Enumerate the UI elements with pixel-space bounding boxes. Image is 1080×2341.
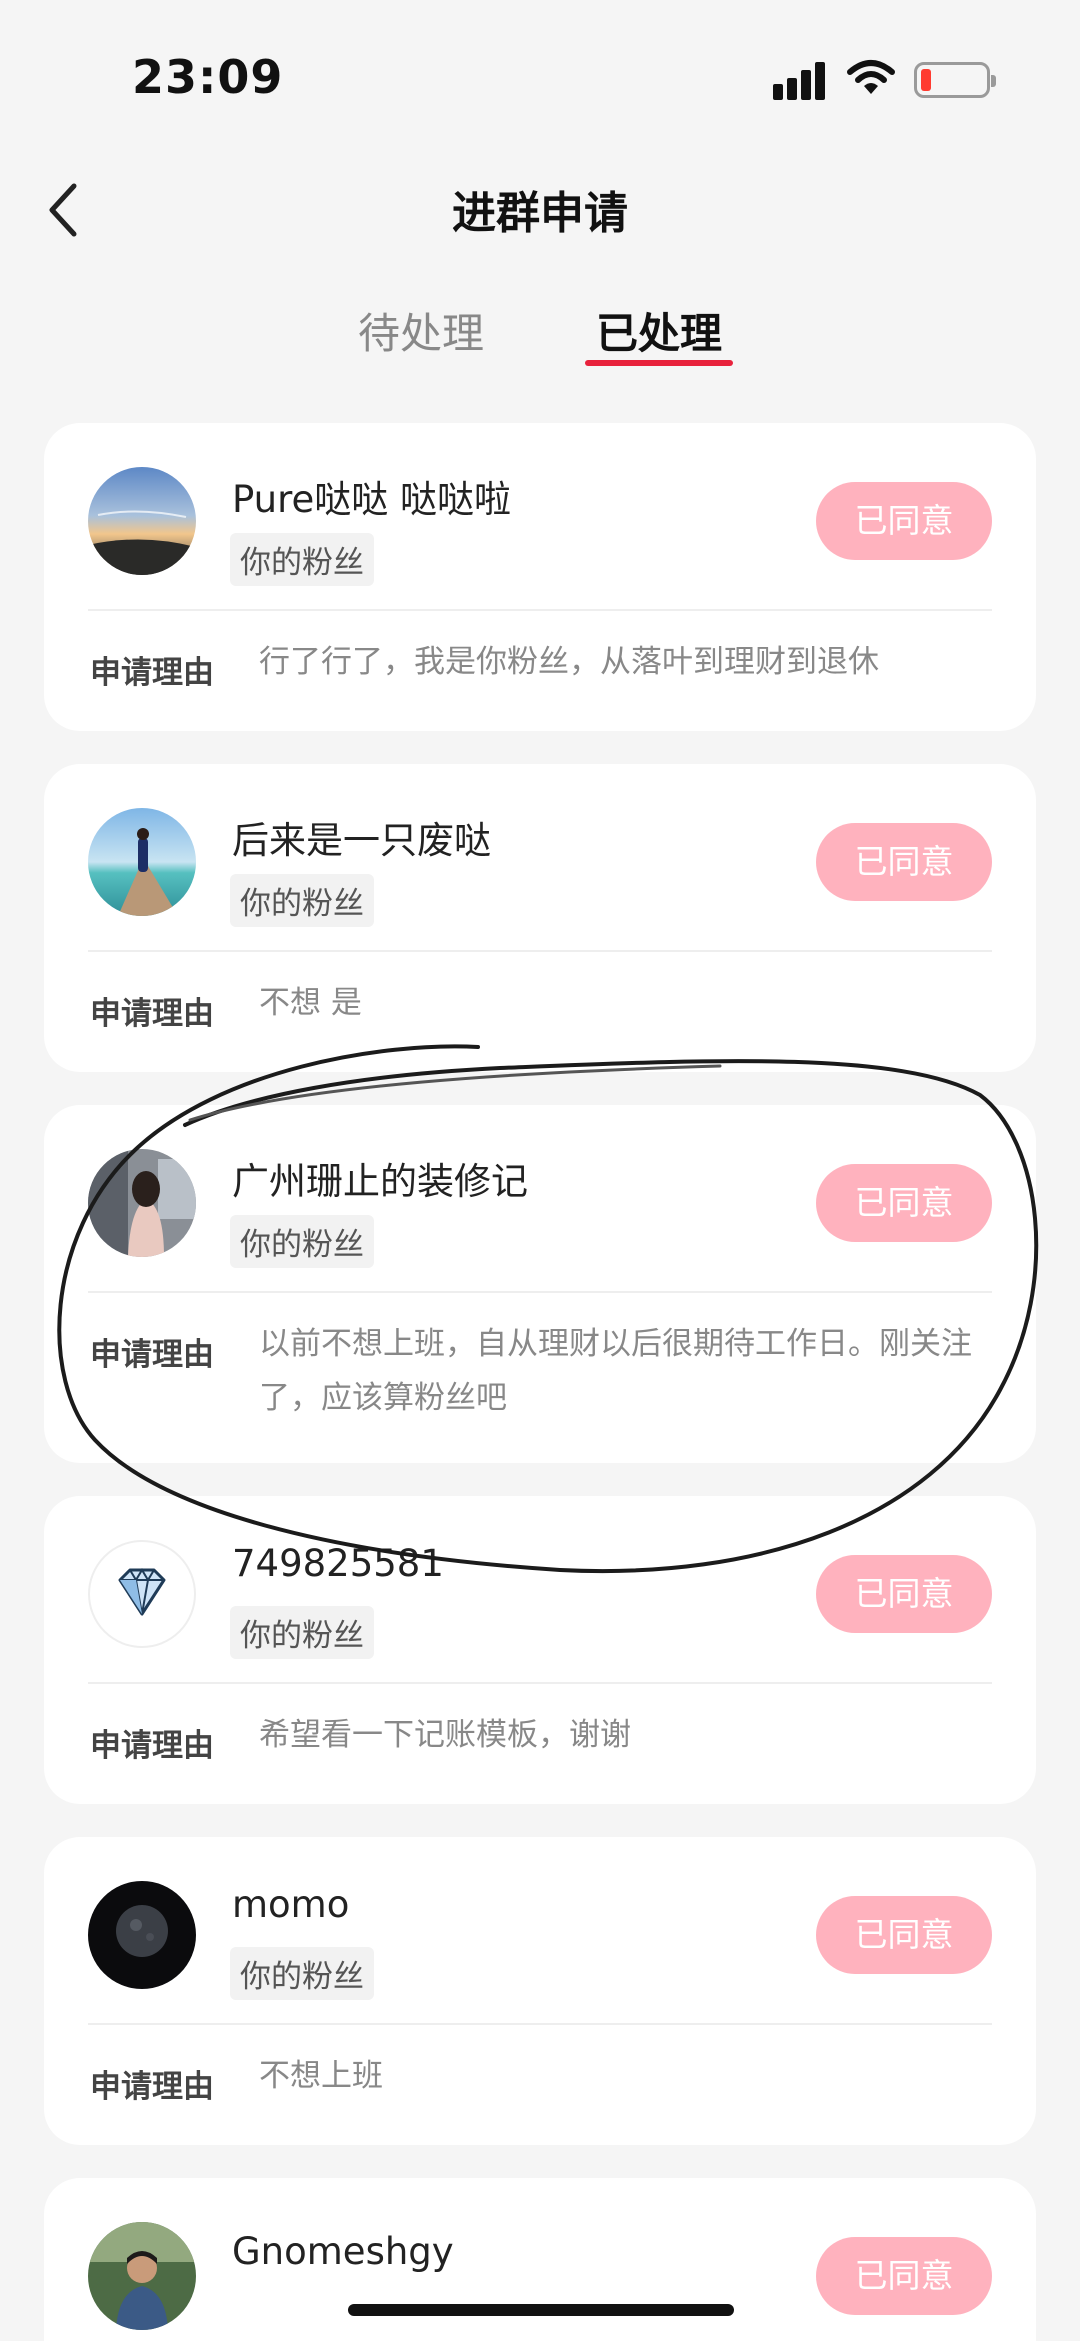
avatar[interactable] xyxy=(88,467,196,575)
application-card: momo 你的粉丝 已同意 申请理由 不想上班 xyxy=(44,1837,1036,2145)
man-portrait-photo xyxy=(88,2222,196,2330)
reason-text: 希望看一下记账模板，谢谢 xyxy=(259,1717,631,1753)
reason-label: 申请理由 xyxy=(90,996,214,1032)
reason-label: 申请理由 xyxy=(90,655,214,691)
applicant-name: 广州珊止的装修记 xyxy=(232,1160,528,1203)
tab-processed[interactable]: 已处理 xyxy=(596,300,722,361)
application-card: Pure哒哒 哒哒啦 你的粉丝 已同意 申请理由 行了行了，我是你粉丝，从落叶到… xyxy=(44,423,1036,731)
divider xyxy=(88,1682,992,1684)
tab-pending[interactable]: 待处理 xyxy=(358,300,484,361)
application-card: 749825581 你的粉丝 已同意 申请理由 希望看一下记账模板，谢谢 xyxy=(44,1496,1036,1804)
application-card: 广州珊止的装修记 你的粉丝 已同意 申请理由 以前不想上班，自从理财以后很期待工… xyxy=(44,1105,1036,1463)
divider xyxy=(88,950,992,952)
application-card: Gnomeshgy 已同意 xyxy=(44,2178,1036,2341)
reason-text: 不想 是 xyxy=(259,985,362,1021)
active-tab-indicator xyxy=(585,360,733,366)
moon-photo xyxy=(88,1881,196,1989)
agreed-button[interactable]: 已同意 xyxy=(816,823,992,901)
agreed-button[interactable]: 已同意 xyxy=(816,482,992,560)
agreed-button[interactable]: 已同意 xyxy=(816,1896,992,1974)
street-portrait-photo xyxy=(88,1149,196,1257)
reason-label: 申请理由 xyxy=(90,1337,214,1373)
avatar[interactable] xyxy=(88,808,196,916)
fan-tag: 你的粉丝 xyxy=(230,1215,374,1268)
beach-pier-photo xyxy=(88,808,196,916)
avatar[interactable] xyxy=(88,1881,196,1989)
reason-label: 申请理由 xyxy=(90,2069,214,2105)
divider xyxy=(88,609,992,611)
fan-tag: 你的粉丝 xyxy=(230,533,374,586)
battery-icon xyxy=(914,62,996,98)
cellular-signal-icon xyxy=(773,60,833,100)
avatar[interactable] xyxy=(88,2222,196,2330)
divider xyxy=(88,2023,992,2025)
applicant-name: 后来是一只废哒 xyxy=(232,819,491,862)
divider xyxy=(88,1291,992,1293)
sunset-photo xyxy=(88,467,196,575)
reason-text: 行了行了，我是你粉丝，从落叶到理财到退休 xyxy=(259,644,879,680)
applicant-name: momo xyxy=(232,1883,350,1926)
fan-tag: 你的粉丝 xyxy=(230,874,374,927)
application-card: 后来是一只废哒 你的粉丝 已同意 申请理由 不想 是 xyxy=(44,764,1036,1072)
fan-tag: 你的粉丝 xyxy=(230,1606,374,1659)
reason-label: 申请理由 xyxy=(90,1728,214,1764)
applicant-name: Gnomeshgy xyxy=(232,2230,454,2273)
agreed-button[interactable]: 已同意 xyxy=(816,1555,992,1633)
agreed-button[interactable]: 已同意 xyxy=(816,2237,992,2315)
reason-text: 以前不想上班，自从理财以后很期待工作日。刚关注了，应该算粉丝吧 xyxy=(259,1326,972,1416)
agreed-button[interactable]: 已同意 xyxy=(816,1164,992,1242)
applicant-name: Pure哒哒 哒哒啦 xyxy=(232,478,512,521)
home-indicator xyxy=(348,2304,734,2316)
reason-text: 不想上班 xyxy=(259,2058,383,2094)
applicant-name: 749825581 xyxy=(232,1542,444,1585)
status-bar: 23:09 xyxy=(0,0,1080,150)
fan-tag: 你的粉丝 xyxy=(230,1947,374,2000)
page-title: 进群申请 xyxy=(452,188,628,239)
screen: 23:09 进群申请 待处理 已处理 Pure哒哒 哒哒啦 你的粉丝 已同意 申… xyxy=(0,0,1080,2341)
status-time: 23:09 xyxy=(132,50,284,104)
diamond-icon xyxy=(118,1568,166,1616)
wifi-icon xyxy=(847,60,895,94)
avatar[interactable] xyxy=(88,1149,196,1257)
avatar[interactable] xyxy=(88,1540,196,1648)
